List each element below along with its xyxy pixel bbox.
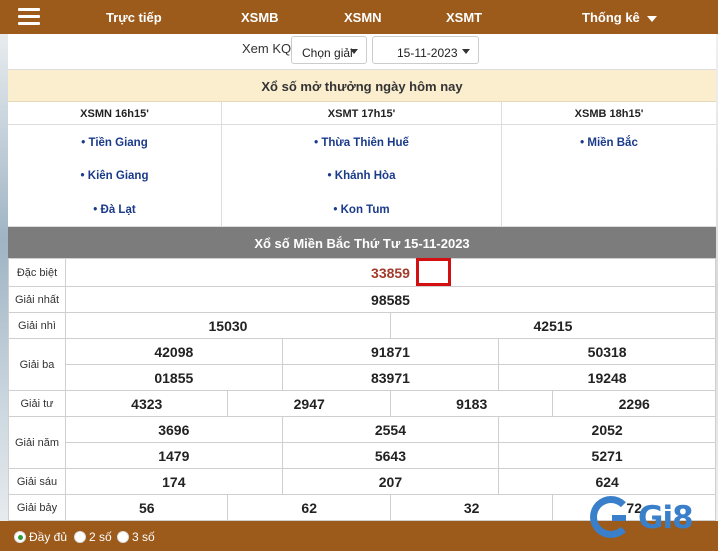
prize-name: Giải sáu [8,468,66,495]
date-select[interactable]: 15-11-2023 [372,36,479,64]
nav-live[interactable]: Trực tiếp [106,10,162,25]
prize-number: 3696 [65,416,283,443]
main-content: Xem KQ: Chọn giải 15-11-2023 Xổ số mở th… [8,34,717,521]
prize-number: 15030 [65,312,391,339]
logo-g-icon [590,496,632,538]
results-title: Xổ số Miền Bắc Thứ Tư 15-11-2023 [8,227,716,258]
prize-row-fifth: 1479 5643 5271 [9,442,716,469]
prize-name: Giải nhất [8,286,66,313]
option-full-label: Đầy đủ [29,530,68,544]
prize-name: Đặc biệt [8,258,66,287]
option-3-digits-label: 3 số [132,530,155,544]
region-header: XSMB 18h15' [502,102,716,125]
prize-name: Giải nhì [8,312,66,339]
province-link[interactable]: • Đà Lạt [8,204,221,216]
radio-icon[interactable] [74,531,86,543]
option-2-digits-label: 2 số [89,530,112,544]
prize-number: 624 [498,468,716,495]
option-2-digits[interactable]: 2 số [74,530,112,544]
prize-number: 2947 [227,390,391,417]
nav-xsmb[interactable]: XSMB [241,10,279,25]
prize-number: 5643 [281,442,500,469]
radio-icon[interactable] [117,531,129,543]
results-table: Đặc biệt 33859 Giải nhất 98585 Giải nhì … [8,258,717,521]
prize-row-fifth: Giải năm 3696 2554 2052 [8,416,716,469]
prize-number: 91871 [281,338,500,365]
prize-row-fourth: Giải tư 4323 2947 9183 2296 [8,390,716,417]
date-select-value: 15-11-2023 [397,46,458,60]
prize-number: 2554 [281,416,500,443]
search-bar: Xem KQ: Chọn giải 15-11-2023 [8,34,716,70]
today-draws-regions: XSMN 16h15' • Tiền Giang • Kiên Giang • … [8,102,716,227]
menu-icon[interactable] [18,8,40,26]
prize-row-special: Đặc biệt 33859 [8,258,716,287]
prize-number: 42515 [389,312,717,339]
top-navigation-bar: Trực tiếp XSMB XSMN XSMT Thống kê [0,0,718,34]
left-edge-decoration [0,34,8,551]
radio-selected-icon[interactable] [14,531,26,543]
nav-stats-label: Thống kê [582,10,640,25]
prize-number: 9183 [389,390,554,417]
highlight-box [416,258,451,286]
province-link[interactable]: • Thừa Thiên Huế [222,137,501,149]
province-link[interactable]: • Tiền Giang [8,137,221,149]
prize-number: 62 [227,494,391,521]
prize-name: Giải ba [8,338,66,391]
prize-number: 19248 [498,364,716,391]
province-link[interactable]: • Kiên Giang [8,170,221,182]
nav-stats[interactable]: Thống kê [582,10,658,25]
region-xsmt: XSMT 17h15' • Thừa Thiên Huế • Khánh Hòa… [222,102,502,226]
nav-xsmn[interactable]: XSMN [344,10,382,25]
province-link[interactable]: • Khánh Hòa [222,170,501,182]
option-3-digits[interactable]: 3 số [117,530,155,544]
prize-number: 83971 [281,364,500,391]
prize-name: Giải tư [8,390,66,417]
prize-number: 174 [65,468,283,495]
region-xsmn: XSMN 16h15' • Tiền Giang • Kiên Giang • … [8,102,222,226]
prize-number: 01855 [65,364,283,391]
prize-row-third: 01855 83971 19248 [9,364,716,391]
chevron-down-icon [350,49,358,54]
gi8-logo: Gi8 [590,496,718,542]
today-draws-title: Xổ số mở thưởng ngày hôm nay [8,70,716,102]
special-prize-number: 33859 [65,258,716,287]
region-header: XSMT 17h15' [222,102,501,125]
prize-number: 42098 [65,338,283,365]
prize-row-first: Giải nhất 98585 [8,286,716,313]
province-link[interactable]: • Kon Tum [222,204,501,216]
prize-number: 56 [64,494,229,521]
prize-row-third: Giải ba 42098 91871 50318 [8,338,716,391]
prize-name: Giải năm [8,416,66,469]
prize-row-sixth: Giải sáu 174 207 624 [8,468,716,495]
option-full[interactable]: Đầy đủ [14,530,67,544]
region-header: XSMN 16h15' [8,102,221,125]
prize-number: 32 [389,494,554,521]
prize-number: 4323 [64,390,229,417]
province-link[interactable]: • Miền Bắc [502,137,716,149]
province-select[interactable]: Chọn giải [291,36,367,64]
prize-number: 50318 [498,338,716,365]
province-select-value: Chọn giải [302,46,353,60]
nav-xsmt[interactable]: XSMT [446,10,482,25]
prize-number: 207 [281,468,500,495]
prize-name: Giải bảy [8,494,66,521]
chevron-down-icon [462,49,470,54]
search-label: Xem KQ: [242,41,295,56]
prize-number: 5271 [498,442,716,469]
prize-number: 1479 [65,442,283,469]
region-xsmb: XSMB 18h15' • Miền Bắc [502,102,716,226]
prize-number: 98585 [65,286,716,313]
prize-number: 2296 [552,390,716,417]
prize-row-second: Giải nhì 15030 42515 [8,312,717,339]
logo-text: Gi8 [638,500,694,536]
prize-number: 2052 [498,416,716,443]
chevron-down-icon [647,15,658,22]
